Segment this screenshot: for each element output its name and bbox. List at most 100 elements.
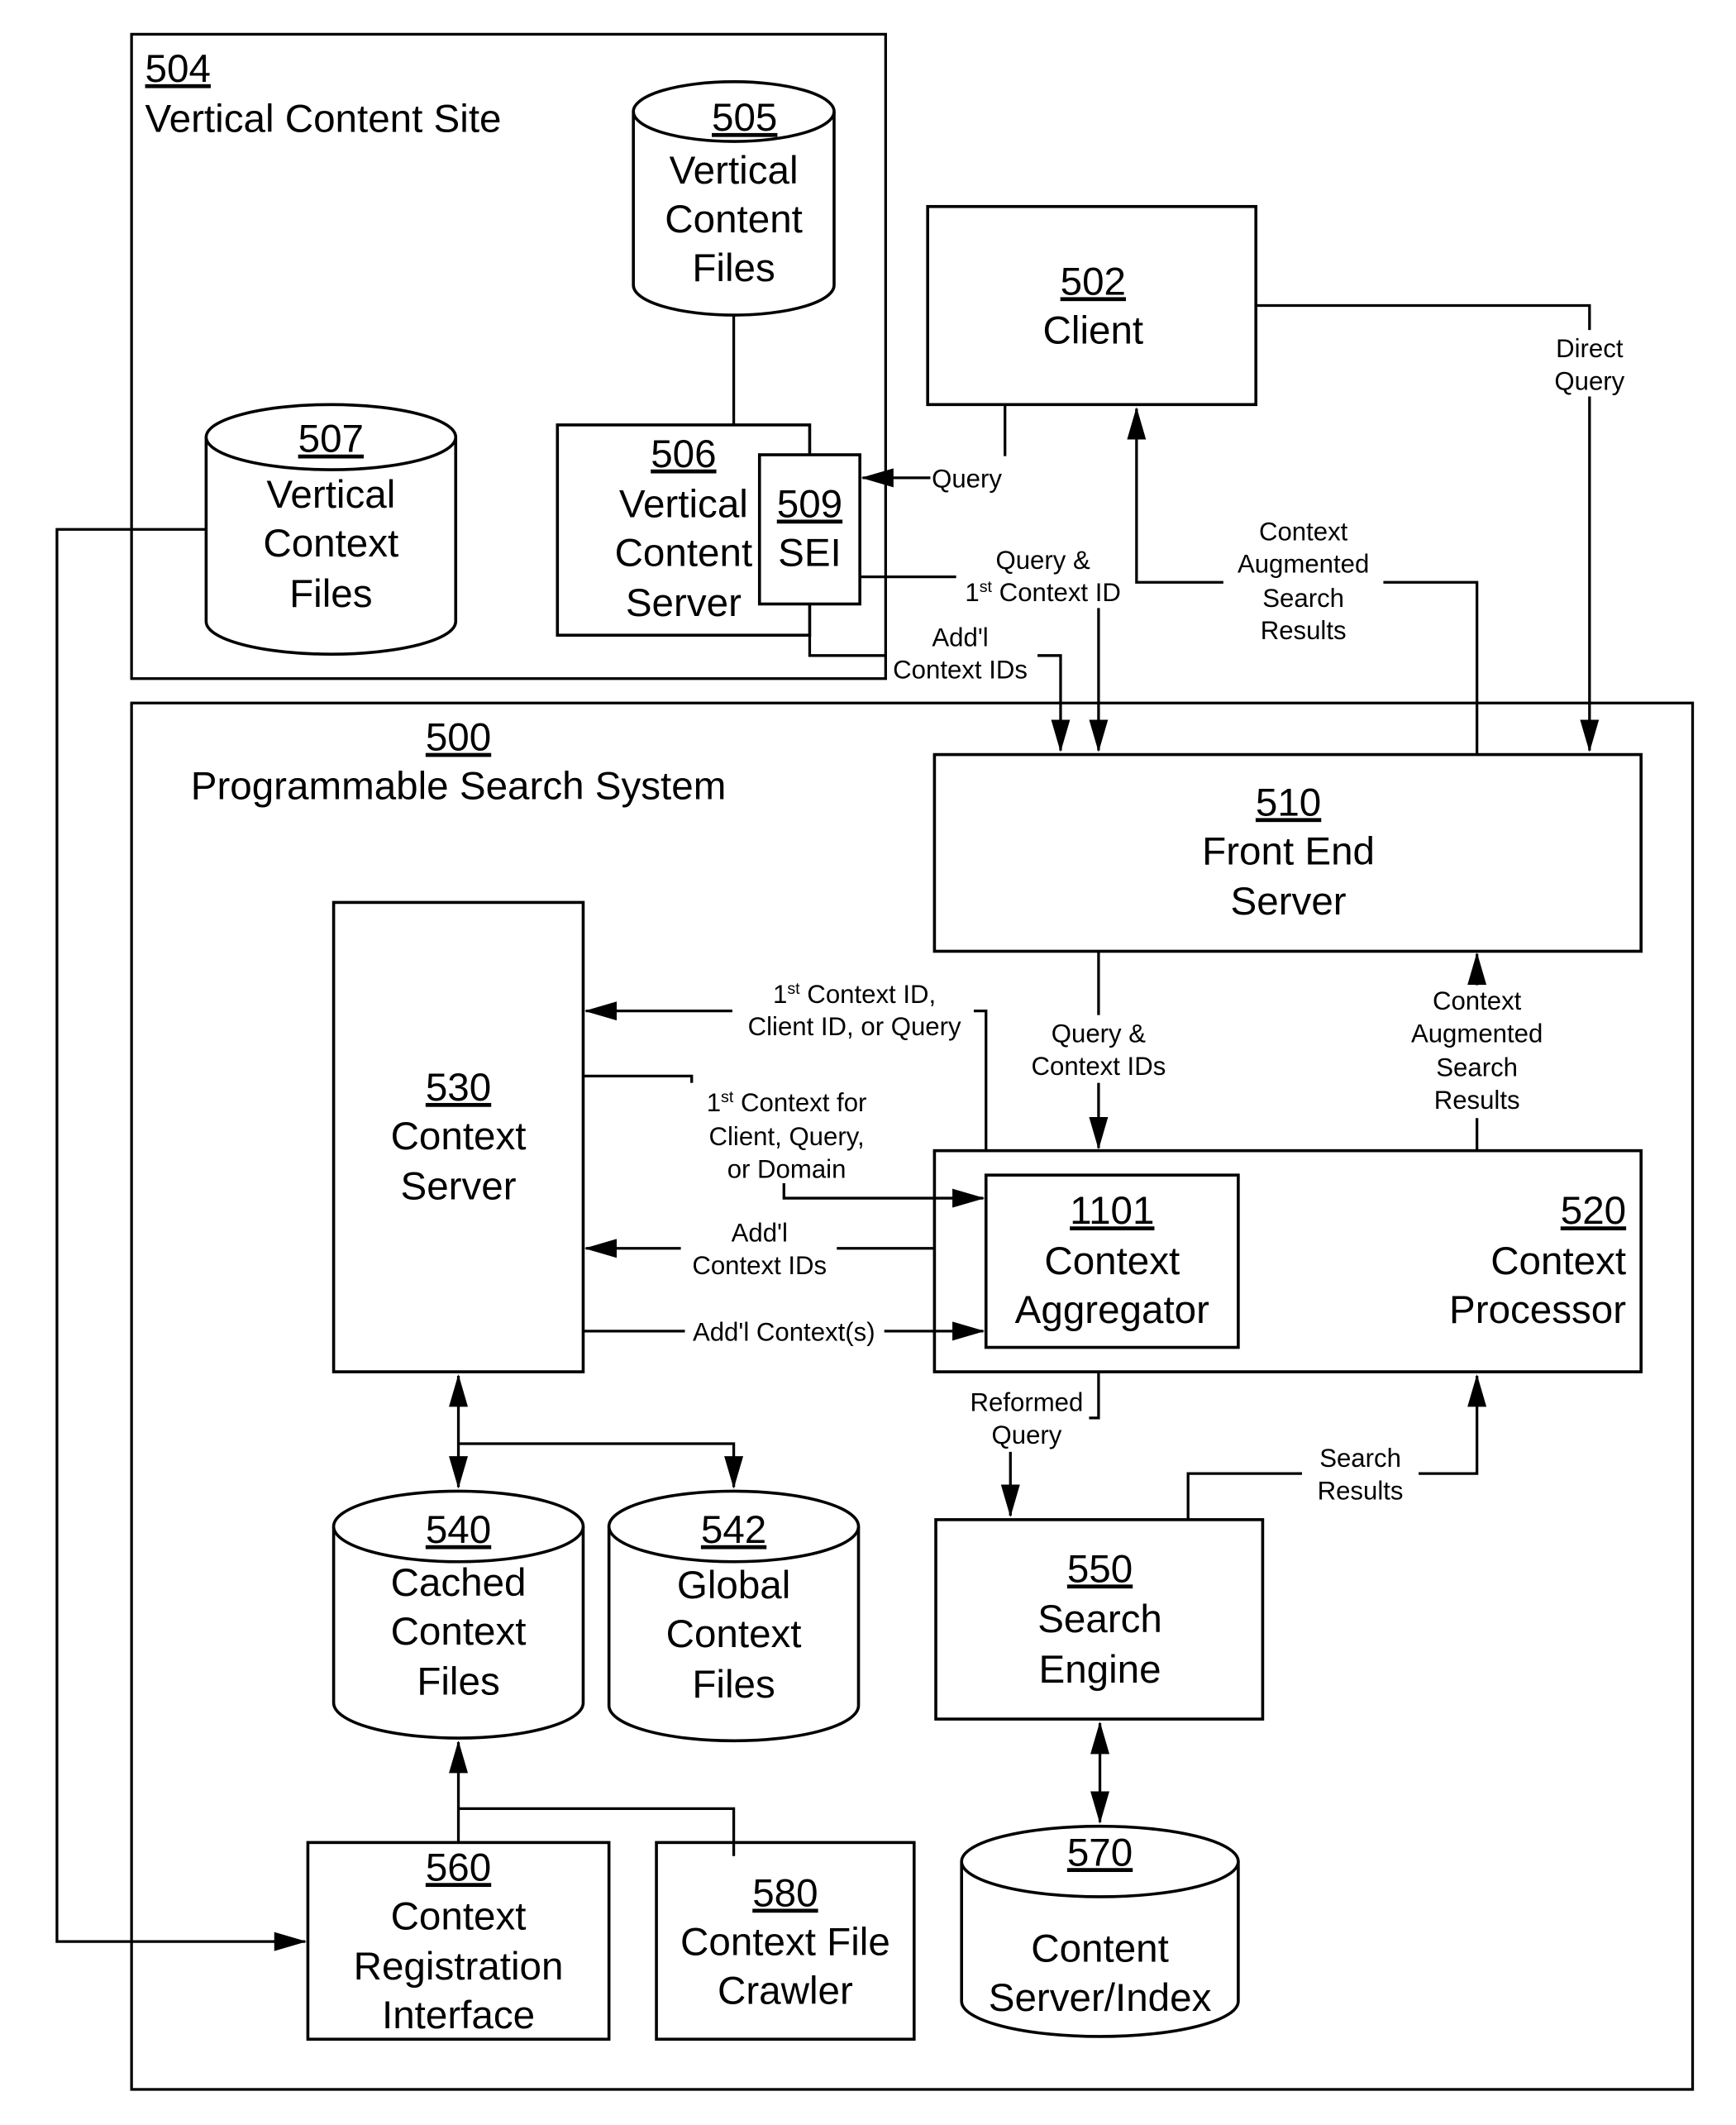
vertical-context-files-database: 507 Vertical Context Files: [204, 403, 458, 656]
diagram-canvas: 504 Vertical Content Site 500 Programmab…: [55, 32, 1695, 2091]
global-context-files-database: 542 Global Context Files: [607, 1489, 861, 1743]
edge-label-query-first-context-line1: Query &: [996, 546, 1090, 575]
search-engine-box: 550 Search Engine: [934, 1518, 1265, 1721]
node-label-line: Global: [677, 1564, 791, 1607]
node-label-line: Processor: [1449, 1288, 1626, 1332]
cached-context-files-database: 540 Cached Context Files: [331, 1489, 585, 1740]
node-label-line: Files: [692, 246, 775, 290]
connector-cs-global-context: [458, 1442, 744, 1489]
edge-label-first-context-id-line1: 1st Context ID,: [773, 980, 936, 1009]
edge-label-query-context-ids-line2: Context IDs: [1032, 1052, 1166, 1081]
node-label-line: Context: [666, 1612, 802, 1656]
connector-cs-first-context: [583, 1074, 694, 1083]
edge-label-query: Query: [932, 464, 1002, 493]
node-label-line: Context: [391, 1115, 527, 1158]
connector-cp-first-context-id: [973, 1010, 988, 1151]
edge-label-search-results-line2: Results: [1318, 1476, 1404, 1505]
node-number: 570: [1067, 1831, 1133, 1874]
node-label-line: Content: [665, 198, 803, 241]
edge-label-augmented-results-mid-line1: Context: [1433, 986, 1522, 1015]
node-number: 510: [1256, 781, 1321, 824]
edge-label-direct-query-line2: Query: [1554, 366, 1624, 395]
node-label-line: Context: [263, 522, 398, 566]
edge-label-query-context-ids-line1: Query &: [1052, 1019, 1146, 1048]
node-label-line: Server: [1231, 880, 1347, 924]
edge-label-first-context-line1: 1st Context for: [707, 1088, 867, 1117]
connector-cp-reformed-query: [1089, 1372, 1100, 1420]
node-label-line: Context: [391, 1610, 527, 1654]
client-box: 502 Client: [926, 204, 1258, 407]
edge-label-search-results-line1: Search: [1319, 1444, 1401, 1473]
edge-label-augmented-results-top-line1: Context: [1259, 517, 1348, 546]
node-label-line: Content: [615, 532, 753, 575]
edge-label-addl-context-ids-mid-line2: Context IDs: [692, 1251, 827, 1280]
node-label-line: Search: [1037, 1597, 1162, 1641]
programmable-search-system-number: 500: [426, 716, 491, 760]
node-label-line: Interface: [382, 1994, 535, 2037]
node-number: 505: [712, 96, 777, 140]
node-number: 506: [651, 432, 716, 476]
connector-client-direct-query: [1256, 303, 1591, 331]
context-aggregator-box: 1101 Context Aggregator: [984, 1173, 1240, 1349]
connector-vertical-context-files-to-registration: [55, 528, 308, 1951]
context-server-box: 530 Context Server: [331, 900, 585, 1373]
edge-label-augmented-results-top-line4: Results: [1261, 616, 1347, 645]
node-number: 550: [1067, 1547, 1133, 1591]
edge-label-addl-contexts: Add'l Context(s): [693, 1317, 875, 1346]
connector-augmented-results-to-client: [1383, 580, 1479, 755]
sei-box: 509 SEI: [757, 453, 861, 606]
connector-search-results-arrow: [1419, 1374, 1487, 1475]
vertical-content-files-database: 505 Vertical Content Files: [632, 80, 836, 317]
node-label-line: Server: [400, 1165, 516, 1209]
node-label-line: SEI: [778, 532, 842, 575]
connector-server-addl-context-ids: [808, 635, 886, 657]
edge-label-addl-context-ids-line2: Context IDs: [893, 656, 1028, 685]
edge-label-augmented-results-mid-line2: Augmented: [1411, 1019, 1543, 1048]
node-label-line: Files: [289, 572, 372, 616]
node-label-line: Registration: [354, 1945, 564, 1989]
edge-label-augmented-results-top-line2: Augmented: [1238, 550, 1369, 579]
edge-label-query-first-context-line2: 1st Context ID: [965, 578, 1120, 607]
edge-label-first-context-id-line2: Client ID, or Query: [748, 1012, 961, 1041]
context-file-crawler-box: 580 Context File Crawler: [655, 1841, 916, 2041]
node-label-line: Files: [417, 1660, 499, 1704]
content-server-index-database: 570 Content Server/Index: [960, 1824, 1240, 2038]
node-label-line: Context File: [680, 1921, 890, 1965]
edge-label-reformed-query-line1: Reformed: [971, 1388, 1084, 1417]
edge-label-reformed-query-line2: Query: [992, 1421, 1062, 1449]
edge-label-augmented-results-top-line3: Search: [1262, 584, 1344, 613]
node-label-line: Vertical: [670, 149, 799, 193]
connector-se-search-results: [1186, 1472, 1302, 1520]
programmable-search-system-title: Programmable Search System: [191, 765, 727, 809]
node-label-line: Front End: [1202, 829, 1375, 873]
node-label-line: Aggregator: [1015, 1288, 1209, 1332]
node-number: 560: [426, 1846, 491, 1889]
node-label-line: Crawler: [718, 1970, 853, 2013]
edge-label-augmented-results-mid-line3: Search: [1436, 1053, 1518, 1082]
node-label-line: Server: [626, 581, 742, 625]
edge-label-augmented-results-mid-line4: Results: [1434, 1086, 1520, 1115]
node-label-line: Server/Index: [989, 1976, 1212, 2020]
front-end-server-box: 510 Front End Server: [932, 752, 1643, 953]
node-number: 507: [298, 418, 364, 461]
node-label-line: Files: [692, 1663, 775, 1707]
node-number: 542: [701, 1508, 766, 1552]
edge-label-first-context-line2: Client, Query,: [708, 1122, 864, 1151]
node-number: 502: [1061, 260, 1126, 303]
vertical-content-site-title: Vertical Content Site: [145, 98, 502, 141]
node-number: 520: [1561, 1189, 1626, 1233]
node-number: 1101: [1070, 1189, 1154, 1233]
node-label-line: Context: [1044, 1239, 1180, 1283]
node-label-line: Context: [1490, 1239, 1626, 1283]
edge-label-first-context-line3: or Domain: [727, 1154, 847, 1183]
node-label-line: Context: [391, 1894, 527, 1938]
node-number: 540: [426, 1508, 491, 1552]
node-label-line: Vertical: [266, 473, 395, 517]
connector-augmented-results-arrow: [1127, 407, 1223, 584]
node-number: 530: [426, 1066, 491, 1110]
edge-label-direct-query-line1: Direct: [1556, 334, 1624, 363]
node-label-line: Client: [1043, 308, 1144, 352]
context-registration-interface-box: 560 Context Registration Interface: [306, 1841, 611, 2041]
node-number: 580: [752, 1871, 818, 1915]
node-label-line: Engine: [1038, 1648, 1161, 1692]
